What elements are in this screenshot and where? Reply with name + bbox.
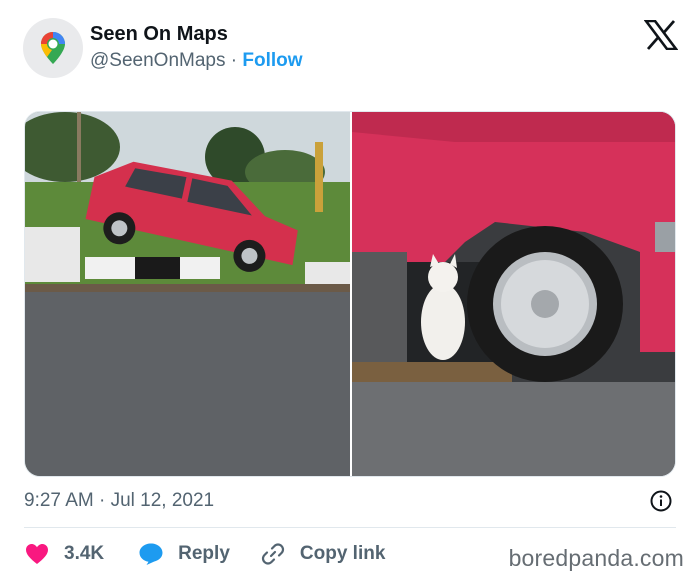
- handle[interactable]: @SeenOnMaps: [90, 50, 225, 71]
- follow-button[interactable]: Follow: [242, 50, 302, 71]
- separator: ·: [230, 50, 238, 71]
- action-bar: 3.4K Reply Copy link: [24, 540, 385, 568]
- copy-link-label: Copy link: [299, 543, 386, 564]
- photo-right[interactable]: [352, 112, 676, 477]
- link-icon: [260, 541, 286, 567]
- watermark: boredpanda.com: [508, 545, 684, 571]
- reply-label: Reply: [178, 543, 230, 564]
- heart-icon: [24, 541, 50, 567]
- divider: [24, 527, 676, 528]
- copy-link-button[interactable]: Copy link: [260, 541, 386, 567]
- handle-row: @SeenOnMaps · Follow: [90, 50, 303, 72]
- reply-button[interactable]: Reply: [138, 541, 230, 567]
- x-logo-icon[interactable]: [643, 19, 679, 51]
- reply-bubble-icon: [138, 541, 164, 567]
- avatar[interactable]: [23, 18, 83, 78]
- info-icon[interactable]: [650, 490, 672, 512]
- photo-left[interactable]: [25, 112, 350, 477]
- like-button[interactable]: 3.4K: [24, 541, 104, 567]
- media-grid[interactable]: [24, 111, 676, 477]
- timestamp[interactable]: 9:27 AM · Jul 12, 2021: [24, 490, 214, 512]
- like-count: 3.4K: [64, 543, 105, 564]
- display-name[interactable]: Seen On Maps: [90, 23, 228, 46]
- google-maps-pin-icon: [41, 32, 65, 64]
